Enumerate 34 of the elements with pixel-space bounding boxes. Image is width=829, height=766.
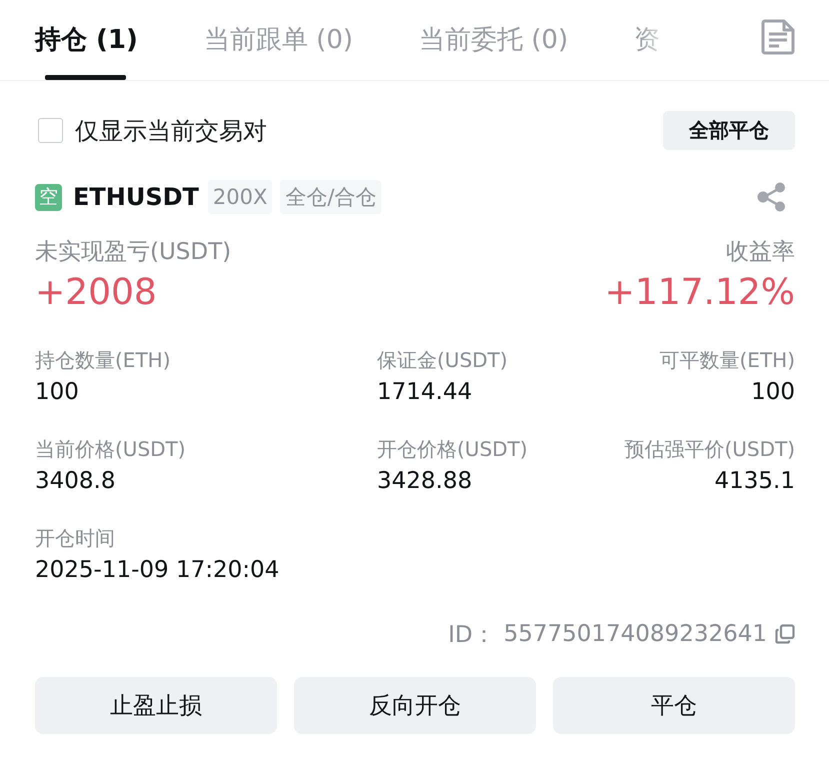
position-id: 557750174089232641 [504, 621, 767, 647]
document-icon[interactable] [761, 19, 795, 55]
field-value: 3428.88 [377, 467, 472, 496]
field-label: 预估强平价(USDT) [624, 436, 795, 463]
field-label: 持仓数量(ETH) [35, 347, 170, 374]
checkbox-icon[interactable] [38, 118, 63, 143]
side-badge: 空 [35, 184, 62, 210]
share-icon[interactable] [757, 182, 787, 212]
roi-label: 收益率 [725, 238, 795, 267]
symbol-name: ETHUSDT [73, 183, 199, 211]
action-button[interactable]: 反向开仓 [294, 677, 536, 734]
action-button[interactable]: 止盈止损 [35, 677, 277, 734]
field-value: 100 [35, 378, 79, 407]
field-label: 开仓时间 [35, 525, 115, 552]
field-label: 可平数量(ETH) [660, 347, 795, 374]
action-button[interactable]: 平仓 [553, 677, 795, 734]
tab[interactable]: 持仓 (1) [35, 20, 138, 80]
field-value: 1714.44 [377, 378, 472, 407]
field-value: 2025-11-09 17:20:04 [35, 556, 280, 585]
field-value: 100 [751, 378, 795, 407]
position-tag: 全仓/合仓 [280, 180, 382, 214]
position-tag: 200X [208, 180, 272, 214]
close-all-button[interactable]: 全部平仓 [663, 111, 795, 150]
pnl-label: 未实现盈亏(USDT) [35, 238, 232, 267]
pnl-value: +2008 [35, 271, 158, 315]
field-label: 当前价格(USDT) [35, 436, 186, 463]
field-label: 开仓价格(USDT) [377, 436, 528, 463]
field-label: 保证金(USDT) [377, 347, 508, 374]
field-value: 3408.8 [35, 467, 116, 496]
copy-icon[interactable] [775, 624, 795, 644]
id-label: ID： [448, 620, 496, 650]
filter-checkbox[interactable]: 仅显示当前交易对 [35, 114, 267, 146]
roi-value: +117.12% [604, 271, 795, 315]
field-value: 4135.1 [714, 467, 795, 496]
